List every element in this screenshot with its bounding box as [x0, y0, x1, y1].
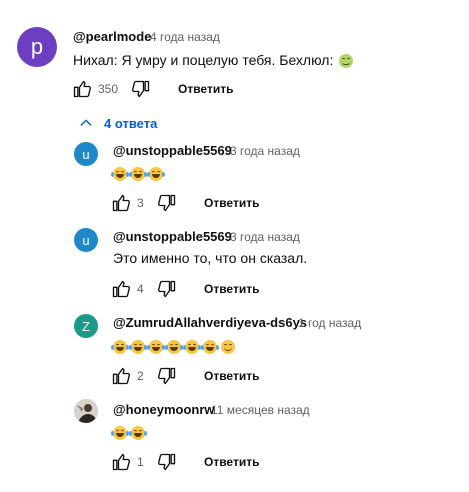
comment-author[interactable]: @unstoppable5569 [113, 143, 232, 158]
dislike-button[interactable] [157, 366, 177, 386]
replies-toggle[interactable]: 4 ответа [78, 115, 157, 131]
comment-time[interactable]: 3 года назад [230, 230, 300, 244]
comment-emojis [111, 165, 167, 183]
comment-emojis [111, 338, 239, 356]
avatar-letter: u [82, 146, 90, 162]
laughing-face-icon [129, 167, 147, 182]
avatar[interactable]: p [17, 27, 57, 67]
comment-time[interactable]: 3 года назад [230, 144, 300, 158]
laughing-face-icon [165, 340, 183, 355]
avatar[interactable]: Z [74, 314, 98, 338]
comment-author[interactable]: @honeymoonrw [113, 402, 215, 417]
comment-emojis [111, 424, 149, 442]
comment-time[interactable]: 11 месяцев назад [211, 403, 310, 417]
thumbs-down-icon [132, 80, 150, 98]
reply-button[interactable]: Ответить [178, 82, 233, 96]
laughing-face-icon [111, 340, 129, 355]
reply-button[interactable]: Ответить [204, 369, 259, 383]
like-button[interactable]: 4 [111, 279, 144, 299]
reply-button[interactable]: Ответить [204, 455, 259, 469]
avatar[interactable]: u [74, 228, 98, 252]
laughing-face-icon [147, 340, 165, 355]
laughing-face-icon [111, 426, 129, 441]
avatar-letter: u [82, 232, 90, 248]
like-count: 4 [137, 282, 144, 296]
smiling-face-icon [221, 340, 235, 355]
avatar[interactable]: u [74, 142, 98, 166]
laughing-face-icon [129, 426, 147, 441]
thumbs-down-icon [158, 453, 176, 471]
like-count: 350 [98, 82, 119, 96]
like-count: 2 [137, 369, 144, 383]
laughing-face-icon [201, 340, 219, 355]
comment-author[interactable]: @ZumrudAllahverdiyeva-ds6ys [113, 315, 307, 330]
thumbs-up-icon [73, 80, 92, 98]
laughing-face-icon [129, 340, 147, 355]
like-count: 3 [137, 196, 144, 210]
thumbs-down-icon [158, 367, 176, 385]
avatar-letter: Z [82, 318, 90, 334]
laughing-face-icon [183, 340, 201, 355]
profile-photo-icon [74, 399, 98, 423]
dislike-button[interactable] [157, 452, 177, 472]
thumbs-up-icon [112, 280, 130, 298]
thumbs-down-icon [158, 280, 176, 298]
like-button[interactable]: 1 [111, 452, 144, 472]
avatar-letter: p [30, 34, 44, 59]
comment-text: Это именно то, что он сказал. [113, 250, 308, 266]
comment-text: Нихал: Я умру и поцелую тебя. Бехлюл: [73, 52, 357, 69]
comment-time[interactable]: 1 год назад [298, 316, 361, 330]
reply-button[interactable]: Ответить [204, 196, 259, 210]
comment-time[interactable]: 4 года назад [150, 30, 220, 44]
comment-text-content: Нихал: Я умру и поцелую тебя. Бехлюл: [73, 52, 334, 68]
avatar[interactable] [74, 399, 98, 423]
like-count: 1 [137, 455, 144, 469]
dislike-button[interactable] [157, 193, 177, 213]
reply-button[interactable]: Ответить [204, 282, 259, 296]
dislike-button[interactable] [131, 79, 151, 99]
like-button[interactable]: 350 [72, 79, 118, 99]
comment-author[interactable]: @unstoppable5569 [113, 229, 232, 244]
thumbs-down-icon [158, 194, 176, 212]
like-button[interactable]: 3 [111, 193, 144, 213]
sick-face-icon [339, 54, 354, 69]
thumbs-up-icon [112, 453, 130, 471]
thumbs-up-icon [112, 367, 130, 385]
laughing-face-icon [111, 167, 129, 182]
replies-toggle-label: 4 ответа [104, 115, 158, 131]
chevron-up-icon [80, 119, 92, 126]
laughing-face-icon [147, 167, 165, 182]
comment-author[interactable]: @pearlmode [73, 29, 151, 44]
dislike-button[interactable] [157, 279, 177, 299]
thumbs-up-icon [112, 194, 130, 212]
like-button[interactable]: 2 [111, 366, 144, 386]
